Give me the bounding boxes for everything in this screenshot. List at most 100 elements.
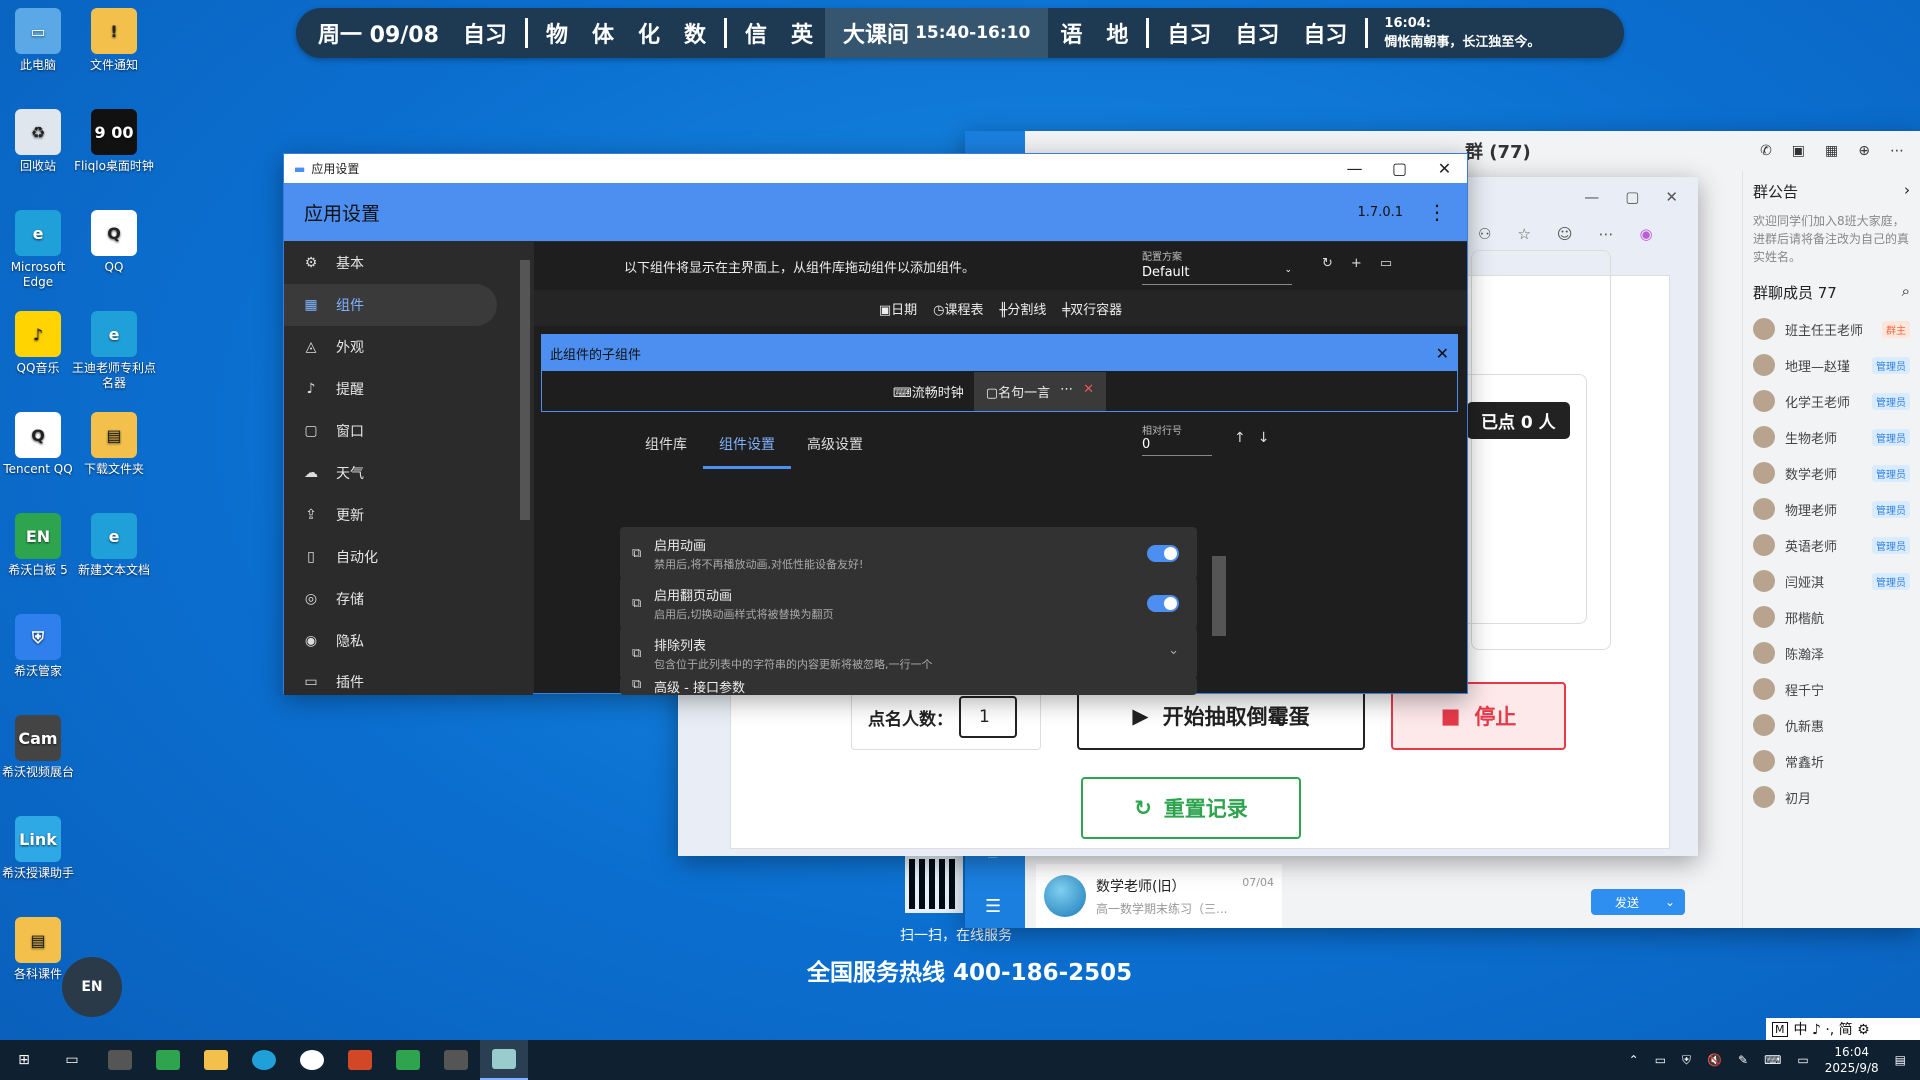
taskbar-qq-icon[interactable] [288,1040,336,1080]
setting-card[interactable]: ⧉ 启用翻页动画 启用后,切换动画样式将被替换为翻页 [620,577,1197,629]
group-notice-title[interactable]: 群公告 › [1753,181,1910,202]
arrow-down-icon[interactable]: ↓ [1258,430,1270,446]
shield-icon[interactable]: ⛨ [1682,1053,1691,1068]
member-item[interactable]: 化学王老师 管理员 [1753,383,1910,419]
task-view-icon[interactable]: ▭ [48,1040,96,1080]
favorites-icon[interactable]: ☆ [1517,225,1530,243]
sub-item-quote[interactable]: ▢名句一言 ⋯ ✕ [973,371,1106,411]
member-item[interactable]: 数学老师 管理员 [1753,455,1910,491]
setting-card[interactable]: ⧉ 启用动画 禁用后,将不再播放动画,对低性能设备友好! [620,527,1197,579]
screen-share-icon[interactable]: ▣ [1792,143,1805,159]
minimize-icon[interactable]: — [1332,159,1377,178]
reset-button[interactable]: ↻ 重置记录 [1081,777,1301,839]
member-item[interactable]: 物理老师 管理员 [1753,491,1910,527]
taskbar-camera-icon[interactable] [432,1040,480,1080]
notification-icon[interactable]: ▤ [1895,1053,1906,1067]
taskbar-clock[interactable]: 16:04 2025/9/8 [1825,1044,1879,1076]
minimize-icon[interactable]: — [1584,188,1599,206]
tab-library[interactable]: 组件库 [629,422,703,469]
taskbar-seewo-icon[interactable] [144,1040,192,1080]
desktop-icon[interactable]: EN 希沃白板 5 [0,513,81,578]
menu-icon[interactable]: ☰ [985,896,1001,917]
ime-bar[interactable]: M 中 ♪ ·, 简 ⚙ [1766,1018,1920,1040]
add-icon[interactable]: + [1351,256,1362,271]
network-icon[interactable]: ▭ [1655,1053,1666,1067]
keyboard-icon[interactable]: ⌨ [1764,1053,1781,1067]
more-icon[interactable]: ⋯ [1599,225,1614,243]
close-icon[interactable]: ✕ [1665,188,1678,206]
component-chip[interactable]: ╫分割线 [999,299,1046,318]
search-icon[interactable]: ⌕ [1902,282,1910,303]
member-item[interactable]: 仇新惠 [1753,707,1910,743]
en-float-button[interactable]: EN [62,957,122,1017]
extension-icon[interactable]: ⚇ [1478,225,1491,243]
more-icon[interactable]: ⋯ [1060,382,1073,401]
taskbar-camera-icon[interactable] [96,1040,144,1080]
component-chip[interactable]: ◷课程表 [933,299,983,318]
tab-advanced[interactable]: 高级设置 [791,422,879,469]
desktop-icon[interactable]: ▭ 此电脑 [0,8,81,73]
member-item[interactable]: 常鑫圻 [1753,743,1910,779]
member-item[interactable]: 邢楷航 [1753,599,1910,635]
taskbar-seewo-icon[interactable] [384,1040,432,1080]
sidebar-item[interactable]: ◬ 外观 [284,326,517,368]
maximize-icon[interactable]: ▢ [1377,159,1422,178]
row-offset-field[interactable]: 相对行号 0 [1142,422,1212,456]
chevron-up-icon[interactable]: ⌃ [1629,1053,1639,1067]
chat-list-item[interactable]: 数学老师(旧） 07/04 高一数学期末练习（三... [1036,864,1282,928]
delete-icon[interactable]: ✕ [1083,382,1094,401]
sidebar-item[interactable]: ◉ 隐私 [284,620,517,662]
desktop-icon[interactable]: ⛨ 希沃管家 [0,614,81,679]
desktop-icon[interactable]: ! 文件通知 [71,8,157,73]
taskbar-powerpoint-icon[interactable] [336,1040,384,1080]
sub-item-clock[interactable]: ⌨流畅时钟 [893,382,964,401]
send-button[interactable]: 发送 ⌄ [1591,889,1685,915]
member-item[interactable]: 生物老师 管理员 [1753,419,1910,455]
desktop-icon[interactable]: e Microsoft Edge [0,210,81,290]
desktop-icon[interactable]: e 新建文本文档 [71,513,157,578]
sidebar-item[interactable]: ⚙ 基本 [284,242,517,284]
volume-icon[interactable]: 🔇 [1707,1053,1722,1067]
more-icon[interactable]: ⋯ [1890,143,1904,159]
member-item[interactable]: 陈瀚泽 [1753,635,1910,671]
add-icon[interactable]: ⊕ [1858,143,1870,159]
setting-card[interactable]: ⧉ 排除列表 包含位于此列表中的字符串的内容更新将被忽略,一行一个 ⌄ [620,627,1197,679]
count-input[interactable]: 1 [959,696,1017,738]
arrow-up-icon[interactable]: ↑ [1234,430,1246,446]
sidebar-item[interactable]: ▯ 自动化 [284,536,517,578]
desktop-icon[interactable]: e 王迪老师专利点名器 [71,311,157,391]
taskbar-edge-icon[interactable] [240,1040,288,1080]
sidebar-item[interactable]: ▢ 窗口 [284,410,517,452]
desktop-icon[interactable]: ♪ QQ音乐 [0,311,81,376]
member-item[interactable]: 闫娅淇 管理员 [1753,563,1910,599]
expand-icon[interactable]: ⌄ [1168,643,1179,658]
desktop-icon[interactable]: Q Tencent QQ [0,412,81,477]
file-explorer-icon[interactable] [192,1040,240,1080]
refresh-icon[interactable]: ↻ [1322,256,1333,271]
toggle-switch[interactable] [1147,595,1179,612]
setting-card[interactable]: ⧉ 高级 - 接口参数 [620,677,1197,696]
toggle-switch[interactable] [1147,545,1179,562]
sidebar-scrollbar[interactable] [517,242,533,695]
member-item[interactable]: 程千宁 [1753,671,1910,707]
more-vert-icon[interactable]: ⋮ [1427,200,1447,224]
close-icon[interactable]: ✕ [1422,159,1467,178]
sidebar-item[interactable]: ▦ 组件 [284,284,497,326]
scrollbar-thumb[interactable] [520,260,530,520]
desktop-icon[interactable]: ♻ 回收站 [0,109,81,174]
sidebar-item[interactable]: ♪ 提醒 [284,368,517,410]
content-scrollbar[interactable] [1210,466,1226,696]
phone-icon[interactable]: ✆ [1760,143,1772,159]
pen-icon[interactable]: ✎ [1738,1053,1748,1067]
desktop-icon[interactable]: ▤ 下载文件夹 [71,412,157,477]
component-chip[interactable]: ▣日期 [879,299,917,318]
member-item[interactable]: 英语老师 管理员 [1753,527,1910,563]
close-icon[interactable]: ✕ [1436,344,1449,363]
profile-select[interactable]: 配置方案 Default ⌄ [1142,248,1292,285]
sidebar-item[interactable]: ▭ 插件 [284,661,517,703]
copilot-icon[interactable]: ◉ [1640,225,1653,243]
maximize-icon[interactable]: ▢ [1625,188,1639,206]
member-item[interactable]: 班主任王老师 群主 [1753,311,1910,347]
member-item[interactable]: 初月 [1753,779,1910,815]
desktop-icon[interactable]: Link 希沃授课助手 [0,816,81,881]
